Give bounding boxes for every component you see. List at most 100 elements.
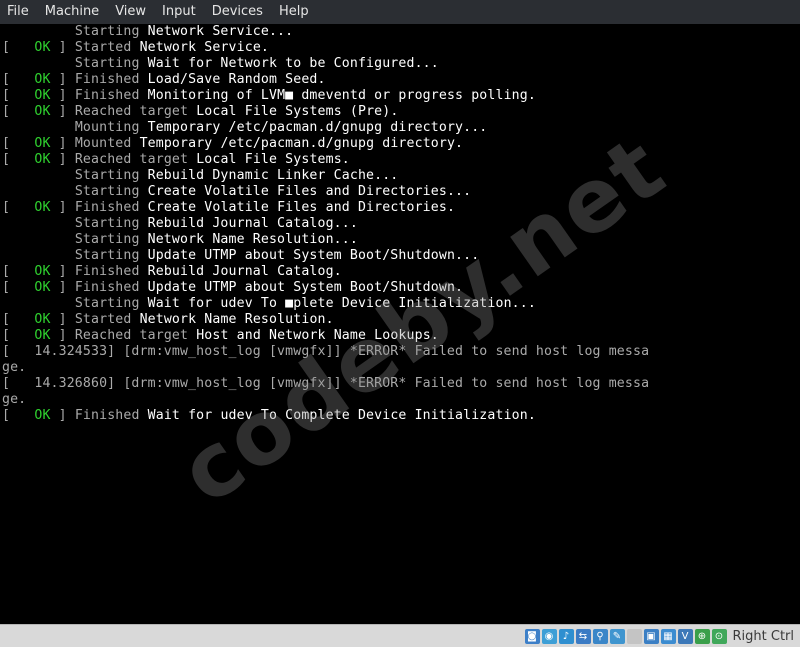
status-bar: ◙ ◉ ♪ ⇆ ⚲ ✎ ▣ ▦ V ⊕ ⊙ Right Ctrl	[0, 624, 800, 647]
unit-action: ] Reached target	[50, 104, 197, 119]
status-bracket: [	[2, 88, 19, 103]
console-line: ge.	[2, 392, 26, 408]
unit-action: ] Finished	[50, 200, 148, 215]
menu-input[interactable]: Input	[154, 0, 204, 24]
unit-description: Local File Systems.	[196, 152, 350, 167]
unit-action: ] Finished	[50, 408, 148, 423]
console-line: Starting Wait for udev To ■plete Device …	[2, 296, 536, 312]
unit-action: ] Started	[50, 40, 140, 55]
recording-icon[interactable]: ▦	[660, 628, 676, 644]
console-line: [ OK ] Finished Create Volatile Files an…	[2, 200, 455, 216]
kernel-message: ge.	[2, 392, 27, 407]
status-ok: OK	[34, 136, 51, 151]
unit-action: ] Reached target	[50, 152, 197, 167]
console-line: Mounting Temporary /etc/pacman.d/gnupg d…	[2, 120, 487, 136]
unit-action: Starting	[74, 216, 148, 231]
console-line: [ OK ] Reached target Host and Network N…	[2, 328, 439, 344]
status-bracket: [	[2, 40, 19, 55]
console-line: [ OK ] Finished Wait for udev To Complet…	[2, 408, 536, 424]
unit-description: Network Service...	[147, 24, 294, 39]
status-bracket: [	[2, 328, 19, 343]
unit-description: Rebuild Journal Catalog.	[147, 264, 342, 279]
optical-drive-icon[interactable]: ◉	[541, 628, 557, 644]
hard-disk-icon[interactable]: ◙	[524, 628, 540, 644]
status-ok: OK	[34, 312, 51, 327]
unit-action: ] Reached target	[50, 328, 197, 343]
unit-action: Starting	[74, 56, 148, 71]
menu-view[interactable]: View	[107, 0, 154, 24]
status-ok: OK	[34, 200, 51, 215]
status-ok: OK	[34, 328, 51, 343]
unit-action: Starting	[74, 168, 148, 183]
status-bracket: [	[2, 312, 19, 327]
unit-action: ] Finished	[50, 280, 148, 295]
console-line: [ 14.324533] [drm:vmw_host_log [vmwgfx]]…	[2, 344, 649, 360]
unit-action: ] Finished	[50, 264, 148, 279]
console-line: [ 14.326860] [drm:vmw_host_log [vmwgfx]]…	[2, 376, 649, 392]
unit-description: Create Volatile Files and Directories...	[147, 184, 472, 199]
unit-description: Network Service.	[139, 40, 269, 55]
unit-description: Host and Network Name Lookups.	[196, 328, 439, 343]
unit-description: Rebuild Dynamic Linker Cache...	[147, 168, 399, 183]
keyboard-capture-icon[interactable]: ⊙	[711, 628, 727, 644]
menu-bar: File Machine View Input Devices Help	[0, 0, 800, 25]
unit-description: Update UTMP about System Boot/Shutdown.	[147, 280, 464, 295]
console-line: [ OK ] Finished Rebuild Journal Catalog.	[2, 264, 342, 280]
status-ok: OK	[34, 264, 51, 279]
unit-action: Starting	[74, 232, 148, 247]
unit-action: ] Mounted	[50, 136, 140, 151]
console-line: Starting Network Service...	[2, 24, 293, 40]
status-ok: OK	[34, 40, 51, 55]
status-bracket: [	[2, 152, 19, 167]
status-ok: OK	[34, 280, 51, 295]
display-icon[interactable]	[626, 628, 642, 644]
menu-file[interactable]: File	[0, 0, 37, 24]
status-bracket: [	[2, 136, 19, 151]
menu-help[interactable]: Help	[271, 0, 317, 24]
unit-description: Network Name Resolution.	[139, 312, 334, 327]
console-line: [ OK ] Mounted Temporary /etc/pacman.d/g…	[2, 136, 463, 152]
unit-description: Wait for udev To ■plete Device Initializ…	[147, 296, 536, 311]
unit-action: Mounting	[74, 120, 148, 135]
unit-description: Rebuild Journal Catalog...	[147, 216, 358, 231]
menu-machine[interactable]: Machine	[37, 0, 107, 24]
console-line: [ OK ] Finished Load/Save Random Seed.	[2, 72, 326, 88]
unit-description: Create Volatile Files and Directories.	[147, 200, 456, 215]
unit-description: Wait for Network to be Configured...	[147, 56, 439, 71]
unit-action: ] Finished	[50, 88, 148, 103]
status-ok: OK	[34, 88, 51, 103]
unit-description: Temporary /etc/pacman.d/gnupg directory.…	[147, 120, 488, 135]
console-line: [ OK ] Reached target Local File Systems…	[2, 152, 350, 168]
status-bracket: [	[2, 264, 19, 279]
unit-description: Monitoring of LVM■ dmeventd or progress …	[147, 88, 536, 103]
status-ok: OK	[34, 408, 51, 423]
kernel-message: [ 14.324533] [drm:vmw_host_log [vmwgfx]]…	[2, 344, 650, 359]
network-icon[interactable]: ⇆	[575, 628, 591, 644]
unit-action: Starting	[74, 24, 148, 39]
shared-folders-icon[interactable]: ✎	[609, 628, 625, 644]
unit-description: Update UTMP about System Boot/Shutdown..…	[147, 248, 480, 263]
kernel-message: ge.	[2, 360, 27, 375]
menu-devices[interactable]: Devices	[204, 0, 271, 24]
unit-action: Starting	[74, 248, 148, 263]
console-line: [ OK ] Finished Update UTMP about System…	[2, 280, 463, 296]
console-line: [ OK ] Started Network Name Resolution.	[2, 312, 334, 328]
status-bracket: [	[2, 280, 19, 295]
unit-description: Wait for udev To Complete Device Initial…	[147, 408, 536, 423]
status-bracket: [	[2, 408, 19, 423]
unit-action: ] Started	[50, 312, 140, 327]
usb-icon[interactable]: ⚲	[592, 628, 608, 644]
console-line: ge.	[2, 360, 26, 376]
console-line: [ OK ] Started Network Service.	[2, 40, 269, 56]
video-capture-icon[interactable]: ▣	[643, 628, 659, 644]
console-line: Starting Network Name Resolution...	[2, 232, 358, 248]
status-bracket: [	[2, 104, 19, 119]
cpu-icon[interactable]: V	[677, 628, 693, 644]
vm-console-screen[interactable]: Starting Network Service...[ OK ] Starte…	[0, 24, 800, 624]
unit-action: Starting	[74, 296, 148, 311]
audio-icon[interactable]: ♪	[558, 628, 574, 644]
console-line: [ OK ] Reached target Local File Systems…	[2, 104, 398, 120]
mouse-integration-icon[interactable]: ⊕	[694, 628, 710, 644]
kernel-message: [ 14.326860] [drm:vmw_host_log [vmwgfx]]…	[2, 376, 650, 391]
console-line: [ OK ] Finished Monitoring of LVM■ dmeve…	[2, 88, 536, 104]
